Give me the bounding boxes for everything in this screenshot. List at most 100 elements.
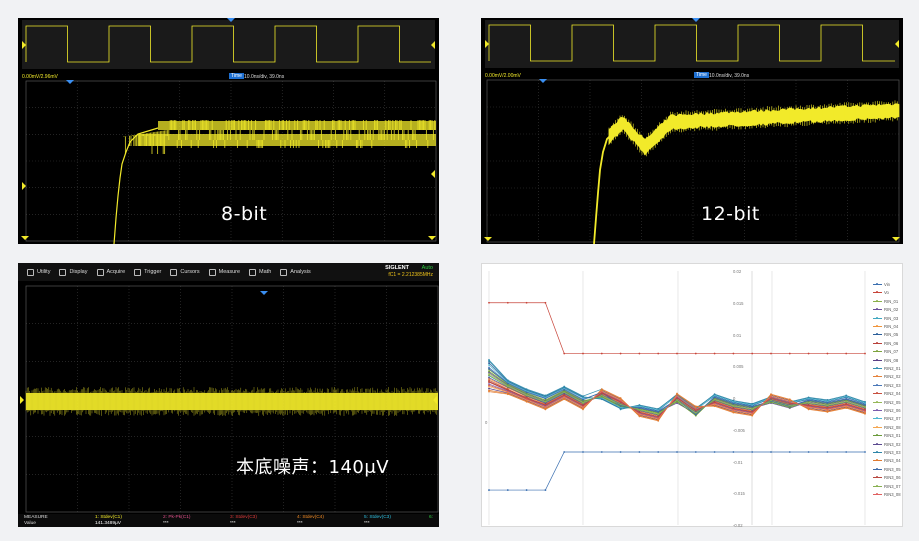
data-point: [826, 451, 829, 453]
data-point: [770, 352, 772, 355]
legend-item: RIN3_08: [873, 492, 901, 497]
data-point: [770, 451, 772, 453]
legend-item: RIN3_02: [873, 442, 901, 447]
legend-label: Vin: [884, 282, 890, 287]
data-point: [807, 352, 810, 355]
legend-label: RIN2_01: [884, 366, 901, 371]
resolution-label: 12-bit: [701, 203, 760, 225]
y-tick-label: -0.015: [733, 491, 745, 497]
data-point: [657, 451, 660, 453]
legend-label: RIN3_02: [884, 441, 901, 447]
data-point: [713, 396, 716, 399]
data-point: [751, 451, 754, 453]
channel-offset-marker: [428, 236, 436, 240]
data-point: [638, 352, 641, 355]
legend-swatch: [873, 325, 882, 327]
legend-swatch: [873, 283, 882, 285]
step-response-trace: [113, 120, 436, 244]
data-point: [506, 489, 509, 491]
legend-swatch: [873, 299, 882, 302]
legend-item: RIN_02: [873, 307, 898, 312]
data-point: [657, 413, 660, 416]
measure-item-3[interactable]: 3: Stdev(C3): [230, 515, 257, 520]
legend-swatch: [873, 316, 882, 319]
measure-item-6[interactable]: 6:: [429, 515, 433, 520]
legend-item: RIN2_02: [873, 374, 901, 379]
legend-swatch: [873, 383, 882, 386]
data-point: [525, 489, 528, 491]
series-vo: [488, 301, 866, 355]
legend-item: RIN3_07: [873, 484, 901, 489]
data-point: [807, 399, 810, 402]
legend-label: RIN_08: [884, 357, 899, 363]
data-point: [657, 352, 660, 355]
legend-swatch: [873, 341, 882, 344]
data-point: [864, 410, 866, 413]
legend-label: RIN2_05: [884, 399, 901, 405]
data-point: [638, 414, 641, 417]
data-point: [582, 405, 584, 408]
channel-level-marker: [431, 170, 435, 178]
data-point: [694, 405, 697, 408]
legend-swatch: [873, 392, 882, 395]
data-point: [525, 391, 528, 394]
noise-floor-label: 本底噪声：140μV: [236, 457, 390, 478]
timebase-tag: Time: [229, 73, 244, 79]
data-point: [788, 451, 791, 453]
data-point: [676, 399, 678, 401]
legend-swatch: [873, 409, 882, 411]
data-point: [525, 398, 528, 401]
legend-label: RIN_06: [884, 340, 899, 346]
data-point: [582, 451, 584, 453]
data-point: [845, 394, 848, 397]
data-point: [732, 409, 735, 411]
legend-swatch: [873, 442, 882, 445]
legend-label: RIN_03: [884, 315, 899, 321]
x-axis-zero-label: 0: [485, 420, 488, 426]
legend-item: RIN_03: [873, 316, 898, 321]
legend-item: RIN_08: [873, 358, 898, 363]
legend-swatch: [873, 400, 882, 403]
legend-label: RIN3_03: [884, 450, 901, 455]
legend-item: RIN3_06: [873, 475, 901, 480]
y-tick-label: 0.02: [733, 269, 742, 274]
legend-swatch: [873, 476, 882, 479]
data-point: [713, 393, 716, 396]
data-point: [638, 404, 641, 406]
legend-item: Vo: [873, 290, 889, 295]
measure-item-5[interactable]: 5: Stdev(C3): [364, 515, 391, 520]
measure-value-1: 141.3489μV: [95, 521, 121, 526]
data-point: [488, 387, 490, 390]
legend-item: RIN2_05: [873, 400, 901, 405]
data-point: [713, 399, 716, 401]
legend-swatch: [873, 451, 882, 453]
data-point: [713, 402, 716, 405]
data-point: [506, 392, 509, 395]
legend-item: RIN3_05: [873, 467, 901, 472]
data-point: [600, 451, 603, 453]
data-point: [770, 395, 772, 398]
measure-item-2[interactable]: 2: Pk-Pk(C1): [163, 515, 190, 520]
data-point: [488, 364, 490, 366]
data-point: [732, 411, 735, 413]
legend-item: RIN_06: [873, 341, 898, 346]
data-point: [563, 352, 566, 355]
data-point: [506, 301, 509, 304]
measure-item-4[interactable]: 4: Stdev(C4): [297, 515, 324, 520]
data-point: [864, 406, 866, 409]
data-point: [694, 451, 697, 453]
data-point: [525, 400, 528, 403]
data-point: [751, 414, 754, 417]
trigger-time-marker: [539, 79, 547, 83]
legend-label: RIN2_08: [884, 424, 901, 430]
data-point: [732, 352, 735, 355]
data-point: [563, 395, 566, 398]
measure-item-1[interactable]: 1: Stdev(C1): [95, 515, 122, 520]
y-tick-label: 0: [733, 396, 736, 401]
legend-label: RIN3_06: [884, 475, 901, 481]
measure-value-3: ***: [230, 521, 236, 526]
timebase-readout: 10.0ns/div, 39.0ns: [244, 74, 285, 80]
data-point: [582, 399, 584, 401]
line-chart: [481, 263, 903, 527]
y-tick-label: -0.01: [733, 459, 743, 465]
